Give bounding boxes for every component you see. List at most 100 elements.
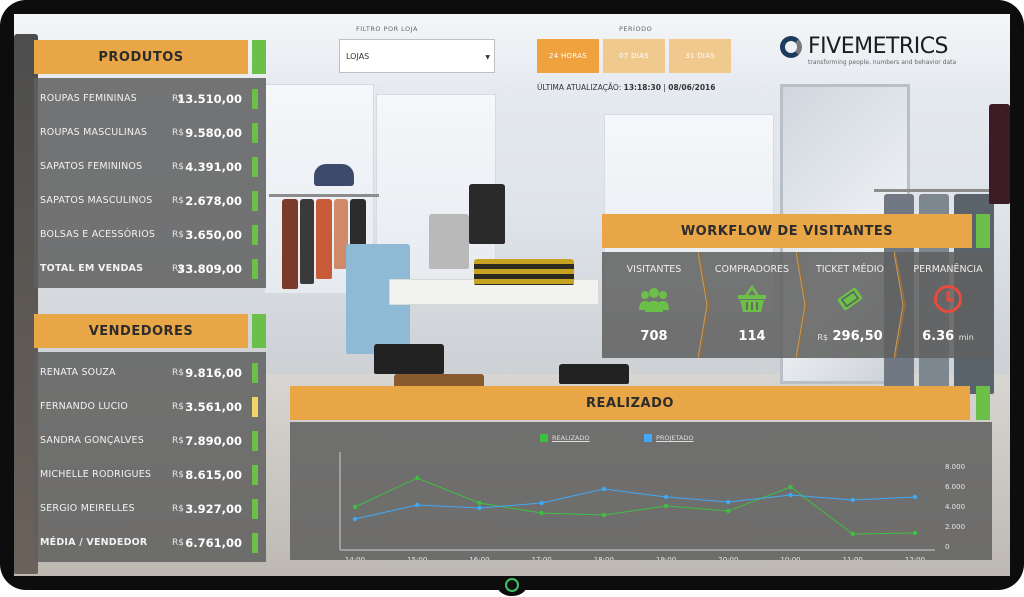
chart-x-tick-label: 14:00: [345, 556, 365, 560]
seller-row-currency: R$: [172, 537, 184, 548]
period-24h-button[interactable]: 24 HORAS: [537, 39, 599, 73]
chart-point: [788, 484, 793, 490]
dashboard-screen: FIVEMETRICS transforming people, numbers…: [14, 14, 1010, 576]
seller-row-value: 7.890,00: [185, 433, 242, 448]
product-row-status-bar: [252, 88, 258, 109]
seller-row-status-bar: [252, 362, 258, 383]
chart-point: [477, 500, 482, 506]
workflow-step-prefix: R$: [817, 333, 828, 342]
workflow-step-number: 708: [640, 329, 668, 344]
chart-point: [663, 503, 669, 509]
chart-point: [415, 502, 420, 508]
workflow-step-suffix: min: [958, 333, 974, 342]
chart-point: [415, 475, 420, 481]
realized-header: REALIZADO: [290, 386, 970, 420]
products-header: PRODUTOS: [34, 40, 248, 74]
clothing: [316, 199, 332, 279]
seller-row-status-bar: [252, 396, 258, 417]
workflow-step-title: VISITANTES: [626, 264, 682, 275]
workflow-step-number: 6.36: [922, 329, 955, 344]
chart-x-tick-label: 10:00: [780, 556, 800, 560]
store-select-value: LOJAS: [346, 51, 370, 61]
products-header-indicator: [252, 40, 266, 74]
chart-x-tick-label: 11:00: [843, 556, 863, 560]
seller-row: RENATA SOUZA R$ 9.816,00: [34, 356, 266, 389]
clothing: [300, 199, 314, 284]
workflow-step: TICKET MÉDIO R$ 296,50: [802, 252, 898, 352]
workflow-header: WORKFLOW DE VISITANTES: [602, 214, 972, 248]
product-row-value: 4.391,00: [185, 159, 242, 174]
chart-y-tick-label: 8.000: [945, 463, 965, 471]
product-row-label: ROUPAS FEMININAS: [40, 93, 137, 104]
realized-header-indicator: [976, 386, 990, 420]
seller-row-currency: R$: [172, 469, 184, 480]
brand-mark-icon: [780, 35, 802, 58]
chart-y-tick-label: 4.000: [945, 503, 965, 511]
seller-row: MÉDIA / VENDEDOR R$ 6.761,00: [34, 526, 266, 559]
filter-label: FILTRO POR LOJA: [356, 25, 418, 33]
product-row-status-bar: [252, 224, 258, 245]
seller-row-status-bar: [252, 464, 258, 485]
seller-row-label: RENATA SOUZA: [40, 367, 116, 378]
clothing: [282, 199, 298, 289]
seller-row-value: 3.561,00: [185, 399, 242, 414]
chart-point: [601, 512, 607, 518]
power-icon[interactable]: [505, 578, 519, 592]
period-label: PERÍODO: [619, 25, 653, 33]
last-update: ÚLTIMA ATUALIZAÇÃO: 13:18:30 | 08/06/201…: [537, 83, 715, 92]
brand-logo: FIVEMETRICS: [780, 34, 949, 59]
brand-tagline: transforming people, numbers and behavio…: [808, 59, 957, 66]
last-update-date: 08/06/2016: [668, 83, 716, 92]
products-panel: ROUPAS FEMININAS R$ 13.510,00 ROUPAS MASCUL…: [34, 78, 266, 288]
product-row-currency: R$: [172, 127, 184, 138]
period-31d-button[interactable]: 31 DIAS: [669, 39, 731, 73]
product-row-status-bar: [252, 190, 258, 211]
workflow-step-title: TICKET MÉDIO: [815, 264, 885, 275]
workflow-step: PERMANÊNCIA 6.36 min: [900, 252, 996, 352]
product-row-status-bar: [252, 156, 258, 177]
seller-row-currency: R$: [172, 503, 184, 514]
workflow-step: VISITANTES 708: [606, 252, 702, 352]
product-row-value: 2.678,00: [185, 193, 242, 208]
product-row-value: 13.510,00: [177, 91, 242, 106]
product-row: ROUPAS FEMININAS R$ 13.510,00: [34, 82, 266, 115]
chart-point: [726, 499, 731, 505]
product-row-value: 9.580,00: [185, 125, 242, 140]
last-update-separator: |: [663, 83, 666, 92]
seller-row-status-bar: [252, 532, 258, 553]
chart-x-tick-label: 15:00: [407, 556, 427, 560]
store-select[interactable]: LOJAS ▼: [339, 39, 495, 73]
seller-row: SANDRA GONÇALVES R$ 7.890,00: [34, 424, 266, 457]
workflow-panel: VISITANTES 708 COMPRADORES 114 TICKET MÉDIO R…: [602, 251, 992, 359]
ticket-icon: [835, 284, 865, 314]
clothes-rack: [269, 194, 379, 197]
workflow-step: COMPRADORES 114: [704, 252, 800, 352]
sellers-panel: RENATA SOUZA R$ 9.816,00 FERNANDO LUCIO R$ 3.…: [34, 352, 266, 562]
chart-point: [912, 530, 918, 536]
chart-point: [850, 497, 855, 503]
last-update-time: 13:18:30: [623, 83, 661, 92]
seller-row-status-bar: [252, 498, 258, 519]
seller-row-currency: R$: [172, 435, 184, 446]
product-row-label: ROUPAS MASCULINAS: [40, 127, 148, 138]
chart-x-tick-label: 18:00: [594, 556, 614, 560]
clothing: [989, 104, 1010, 204]
product-row-label: BOLSAS E ACESSÓRIOS: [40, 229, 156, 240]
handbag: [314, 164, 354, 186]
seller-row-value: 9.816,00: [185, 365, 242, 380]
chart-point: [663, 494, 669, 500]
sellers-header-indicator: [252, 314, 266, 348]
chart-y-tick-label: 6.000: [945, 483, 965, 491]
seller-row: MICHELLE RODRIGUES R$ 8.615,00: [34, 458, 266, 491]
chart-x-tick-label: 16:00: [469, 556, 489, 560]
period-7d-button[interactable]: 07 DIAS: [603, 39, 665, 73]
brand-name: FIVEMETRICS: [808, 34, 949, 59]
chart-point: [788, 492, 793, 498]
clock-icon: [933, 284, 963, 314]
product-row-label: TOTAL EM VENDAS: [40, 263, 144, 274]
chevron-down-icon[interactable]: ▼: [485, 54, 490, 61]
product-row-label: SAPATOS FEMININOS: [40, 161, 143, 172]
workflow-step-value: 708: [606, 329, 702, 344]
product-row: TOTAL EM VENDAS R$ 33.809,00: [34, 252, 266, 285]
chart-point: [352, 516, 358, 522]
